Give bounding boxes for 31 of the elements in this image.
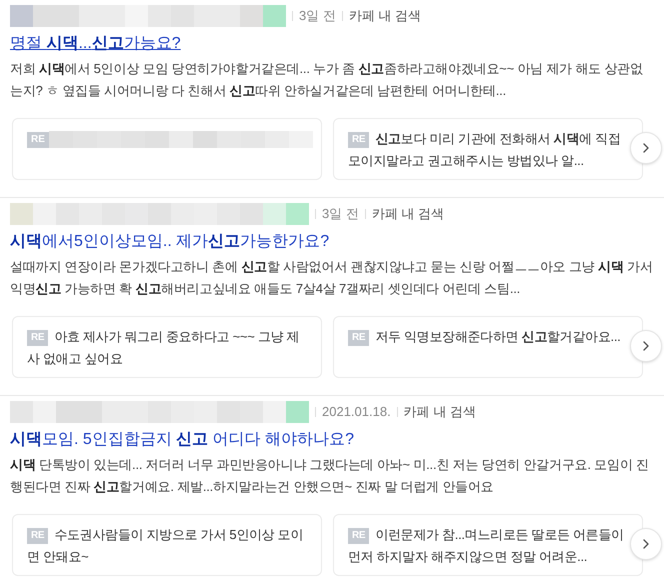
result-title[interactable]: 시댁모임. 5인집합금지 신고 어디다 해야하나요? [10, 429, 654, 451]
reply-badge: RE [27, 330, 48, 346]
reply-badge: RE [27, 528, 48, 544]
next-button[interactable] [630, 132, 662, 164]
result-title[interactable]: 명절 시댁...신고가능요? [10, 33, 654, 55]
source-label: 카페 내 검색 [372, 205, 444, 224]
reply-card[interactable]: RE 이런문제가 참...며느리로든 딸로든 어른들이 먼저 하지말자 해주지않으면 정말 어려운... [333, 514, 643, 576]
result-snippet: 시댁 단톡방이 있는데... 저더러 너무 과민반응아니냐 그랬다는데 아놔~ 미...친 저는 당연히 안갈거구요. 모임이 진행된다면 진짜 신고할거예요. 제발...하지말라는건 안했으면~ 진짜 말 더럽게 안들어요 [10, 456, 650, 496]
reply-text: RE 신고보다 미리 기관에 전화해서 시댁에 직접 모이지말라고 권고해주시는 방법있나 알... [348, 130, 622, 170]
next-button[interactable] [630, 330, 662, 362]
reply-text: RE 수도권사람들이 지방으로 가서 5인이상 모이면 안돼요~ [27, 526, 304, 566]
result-snippet: 저희 시댁에서 5인이상 모임 당연히가야할거같은데... 누가 좀 신고좀하라고해야겠네요~~ 아님 제가 해도 상관없는지? ㅎ 옆집들 시어머니랑 다 친해서 신고따위 안하실거같은데 남편한테 어머니한테... [10, 60, 644, 100]
reply-card[interactable]: RE 수도권사람들이 지방으로 가서 5인이상 모이면 안돼요~ [12, 514, 322, 576]
reply-badge: RE [348, 132, 370, 148]
result-snippet: 설때까지 연장이라 몬가겠다고하니 촌에 신고할 사람없어서 괜찮지않냐고 묻는 신랑 어쩔ㅡㅡ아오 그냥 시댁 가서 익명신고 가능하면 확 신고해버리고싶네요 애들도 7살4살 7갤짜리 셋인데다 어린데 스팀... [10, 258, 654, 298]
reply-card[interactable]: RE 아효 제사가 뭐그리 중요하다고 ~~~ 그냥 제사 없애고 싶어요 [12, 316, 322, 378]
post-date: 3일 전 [299, 7, 336, 26]
post-date: 3일 전 [322, 205, 359, 224]
result-title[interactable]: 시댁에서5인이상모임.. 제가신고가능한가요? [10, 231, 654, 253]
source-label: 카페 내 검색 [404, 403, 476, 422]
reply-card[interactable]: RE 신고보다 미리 기관에 전화해서 시댁에 직접 모이지말라고 권고해주시는 방법있나 알... [333, 118, 643, 180]
reply-card[interactable]: RE 저두 익명보장해준다하면 신고할거같아요... [333, 316, 643, 378]
reply-badge: RE [348, 330, 370, 346]
reply-text: RE 이런문제가 참...며느리로든 딸로든 어른들이 먼저 하지말자 해주지않으면 정말 어려운... [348, 526, 625, 566]
reply-badge: RE [27, 132, 49, 148]
next-button[interactable] [630, 528, 662, 560]
post-date: 2021.01.18. [322, 403, 391, 422]
reply-text: RE 아효 제사가 뭐그리 중요하다고 ~~~ 그냥 제사 없애고 싶어요 [27, 328, 300, 368]
reply-text: RE 저두 익명보장해준다하면 신고할거같아요... [348, 326, 628, 348]
reply-badge: RE [348, 528, 370, 544]
source-label: 카페 내 검색 [348, 7, 422, 26]
